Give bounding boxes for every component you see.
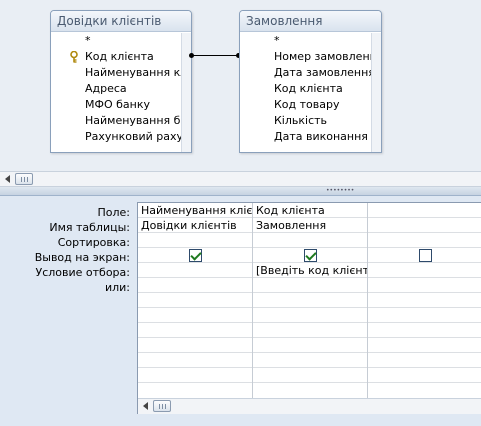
grid-cell[interactable] bbox=[253, 353, 367, 368]
row-label-field: Поле: bbox=[97, 206, 130, 219]
design-grid[interactable]: Найменування клієнта Довідки клієнтів Ко… bbox=[137, 202, 481, 414]
grid-cell[interactable] bbox=[138, 308, 252, 323]
grid-cell[interactable] bbox=[138, 338, 252, 353]
grid-cell-show[interactable] bbox=[253, 248, 367, 263]
table-scrollbar[interactable] bbox=[181, 33, 191, 152]
grid-cell-table[interactable]: Довідки клієнтів bbox=[138, 218, 252, 233]
grid-cell-sort[interactable] bbox=[138, 233, 252, 248]
key-icon bbox=[70, 51, 78, 63]
grid-column[interactable]: Найменування клієнта Довідки клієнтів bbox=[138, 203, 253, 398]
grid-cell-field[interactable]: Найменування клієнта bbox=[138, 203, 252, 218]
grid-cell-or[interactable] bbox=[138, 278, 252, 293]
field-label: Код клієнта bbox=[85, 50, 154, 63]
relationship-line[interactable] bbox=[191, 55, 240, 56]
diagram-horizontal-scrollbar[interactable] bbox=[0, 171, 481, 187]
scroll-thumb[interactable] bbox=[15, 173, 33, 185]
arrow-left-icon[interactable] bbox=[143, 402, 148, 410]
show-checkbox[interactable] bbox=[188, 249, 202, 262]
field-item[interactable]: Код товару bbox=[240, 97, 371, 113]
show-checkbox[interactable] bbox=[419, 249, 432, 262]
grid-horizontal-scrollbar[interactable] bbox=[138, 398, 481, 414]
grid-cell-table[interactable] bbox=[368, 218, 481, 233]
grid-column[interactable]: Код клієнта Замовлення [Введіть код кліє… bbox=[253, 203, 368, 398]
query-diagram-pane[interactable]: Довідки клієнтів * Код клієнта Найменува… bbox=[0, 0, 481, 171]
field-item[interactable]: Адреса bbox=[51, 81, 181, 97]
grid-cell[interactable] bbox=[368, 338, 481, 353]
query-design-grid-pane: Поле: Имя таблицы: Сортировка: Вывод на … bbox=[0, 196, 481, 426]
grid-cell[interactable] bbox=[138, 368, 252, 383]
table-dovidky-klientiv[interactable]: Довідки клієнтів * Код клієнта Найменува… bbox=[50, 10, 192, 153]
grid-row-labels: Поле: Имя таблицы: Сортировка: Вывод на … bbox=[0, 205, 134, 295]
table-scrollbar[interactable] bbox=[371, 33, 381, 152]
grid-cell-criteria[interactable] bbox=[368, 263, 481, 278]
row-label-sort: Сортировка: bbox=[57, 236, 130, 249]
table-zamovlennia[interactable]: Замовлення * Номер замовлення Дата замов… bbox=[239, 10, 382, 153]
grid-cell-field[interactable] bbox=[368, 203, 481, 218]
field-item[interactable]: Найменування клієнта bbox=[51, 65, 181, 81]
grid-cell-or[interactable] bbox=[368, 278, 481, 293]
grid-cell[interactable] bbox=[253, 308, 367, 323]
relationship-end-dot bbox=[189, 53, 194, 58]
field-item[interactable]: * bbox=[240, 33, 371, 49]
row-label-or: или: bbox=[104, 281, 130, 294]
table-title[interactable]: Довідки клієнтів bbox=[51, 11, 191, 32]
field-item[interactable]: Рахунковий рахунок bbox=[51, 129, 181, 145]
row-label-criteria: Условие отбора: bbox=[35, 266, 131, 279]
grid-cell[interactable] bbox=[138, 353, 252, 368]
field-item[interactable]: * bbox=[51, 33, 181, 49]
field-item[interactable]: МФО банку bbox=[51, 97, 181, 113]
row-label-show: Вывод на экран: bbox=[34, 251, 130, 264]
field-item[interactable]: Найменування банку bbox=[51, 113, 181, 129]
field-list[interactable]: * Код клієнта Найменування клієнта Адрес… bbox=[51, 33, 181, 152]
field-item[interactable]: Кількість bbox=[240, 113, 371, 129]
grid-cell-sort[interactable] bbox=[253, 233, 367, 248]
field-item[interactable]: Номер замовлення bbox=[240, 49, 371, 65]
field-item[interactable]: Дата замовлення bbox=[240, 65, 371, 81]
grid-cell[interactable] bbox=[253, 293, 367, 308]
grid-cell-or[interactable] bbox=[253, 278, 367, 293]
arrow-left-icon[interactable] bbox=[5, 175, 10, 183]
grid-cell-show[interactable] bbox=[138, 248, 252, 263]
grid-cell[interactable] bbox=[368, 368, 481, 383]
grid-cell[interactable] bbox=[368, 323, 481, 338]
grid-cell[interactable] bbox=[368, 353, 481, 368]
row-label-table: Имя таблицы: bbox=[49, 221, 130, 234]
grid-cell-field[interactable]: Код клієнта bbox=[253, 203, 367, 218]
table-title[interactable]: Замовлення bbox=[240, 11, 381, 32]
field-item[interactable]: Дата виконання bbox=[240, 129, 371, 145]
grid-cell[interactable] bbox=[253, 368, 367, 383]
grid-cell[interactable] bbox=[138, 293, 252, 308]
pane-splitter[interactable]: •••••••• bbox=[0, 187, 481, 196]
show-checkbox[interactable] bbox=[303, 249, 317, 262]
grid-cell[interactable] bbox=[253, 323, 367, 338]
grid-cell-sort[interactable] bbox=[368, 233, 481, 248]
field-item[interactable]: Код клієнта bbox=[240, 81, 371, 97]
scroll-thumb[interactable] bbox=[153, 400, 171, 412]
grid-cell[interactable] bbox=[138, 323, 252, 338]
grid-cell[interactable] bbox=[368, 308, 481, 323]
field-list[interactable]: * Номер замовлення Дата замовлення Код к… bbox=[240, 33, 371, 152]
grid-cell-criteria[interactable] bbox=[138, 263, 252, 278]
splitter-grip-icon[interactable]: •••••••• bbox=[326, 188, 354, 194]
grid-cell[interactable] bbox=[253, 338, 367, 353]
grid-cell[interactable] bbox=[368, 293, 481, 308]
grid-column[interactable] bbox=[368, 203, 481, 398]
field-item-key[interactable]: Код клієнта bbox=[51, 49, 181, 65]
grid-cell-criteria[interactable]: [Введіть код клієнта] bbox=[253, 263, 367, 278]
grid-cell-show[interactable] bbox=[368, 248, 481, 263]
grid-cell-table[interactable]: Замовлення bbox=[253, 218, 367, 233]
